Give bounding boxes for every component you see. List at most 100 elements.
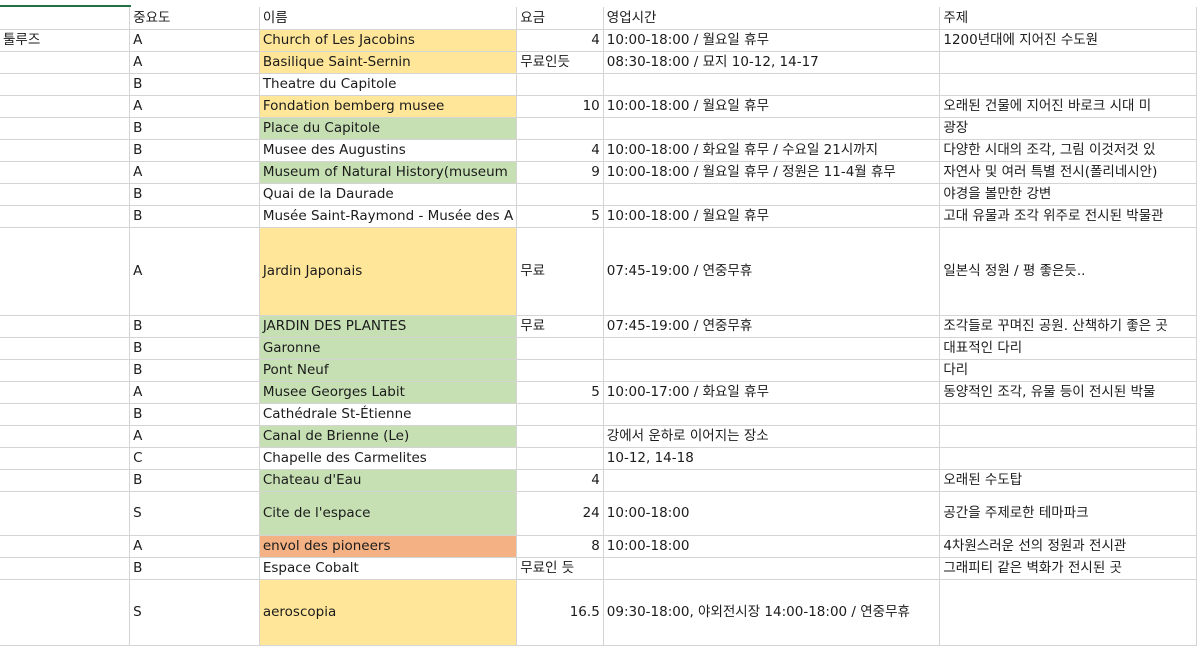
cell-name[interactable]: Museum of Natural History(museum — [259, 161, 518, 184]
cell-importance[interactable]: B — [129, 205, 260, 228]
cell-city[interactable] — [0, 139, 131, 162]
cell-topic[interactable]: 자연사 및 여러 특별 전시(폴리네시안) — [939, 161, 1197, 184]
cell-city[interactable] — [0, 315, 131, 338]
cell-hours[interactable]: 강에서 운하로 이어지는 장소 — [603, 425, 941, 448]
cell-city[interactable] — [0, 557, 131, 580]
cell-topic[interactable]: 오래된 건물에 지어진 바로크 시대 미 — [939, 95, 1197, 118]
cell-name[interactable]: Garonne — [259, 337, 518, 360]
cell-fee[interactable]: 9 — [516, 161, 604, 184]
cell-importance[interactable]: A — [129, 381, 260, 404]
cell-name[interactable]: Cite de l'espace — [259, 491, 518, 536]
cell-fee[interactable]: 무료 — [516, 315, 604, 338]
cell-fee[interactable]: 무료인 듯 — [516, 557, 604, 580]
cell-name[interactable]: Basilique Saint-Sernin — [259, 51, 518, 74]
cell-fee[interactable] — [516, 73, 604, 96]
cell-topic[interactable]: 4차원스러운 선의 정원과 전시관 — [939, 535, 1197, 558]
cell-topic[interactable]: 1200년대에 지어진 수도원 — [939, 29, 1197, 52]
cell-name[interactable]: Canal de Brienne (Le) — [259, 425, 518, 448]
cell-hours[interactable]: 10:00-18:00 — [603, 491, 941, 536]
cell-fee[interactable]: 무료 — [516, 227, 604, 316]
cell-topic[interactable] — [939, 425, 1197, 448]
cell-importance[interactable]: S — [129, 579, 260, 646]
cell-city[interactable] — [0, 425, 131, 448]
cell-importance[interactable]: A — [129, 227, 260, 316]
cell-city[interactable] — [0, 205, 131, 228]
cell-header-importance[interactable]: 중요도 — [129, 7, 260, 30]
cell-city[interactable] — [0, 337, 131, 360]
cell-topic[interactable] — [939, 73, 1197, 96]
cell-fee[interactable]: 5 — [516, 205, 604, 228]
cell-fee[interactable] — [516, 447, 604, 470]
cell-name[interactable]: Fondation bemberg musee — [259, 95, 518, 118]
cell-importance[interactable]: A — [129, 535, 260, 558]
cell-topic[interactable]: 야경을 볼만한 강변 — [939, 183, 1197, 206]
cell-header-a[interactable] — [0, 7, 131, 30]
cell-topic[interactable] — [939, 403, 1197, 426]
cell-importance[interactable]: A — [129, 51, 260, 74]
cell-fee[interactable] — [516, 183, 604, 206]
cell-city[interactable] — [0, 73, 131, 96]
cell-name[interactable]: envol des pioneers — [259, 535, 518, 558]
cell-importance[interactable]: S — [129, 491, 260, 536]
cell-name[interactable]: Theatre du Capitole — [259, 73, 518, 96]
cell-hours[interactable] — [603, 73, 941, 96]
cell-importance[interactable]: B — [129, 557, 260, 580]
cell-importance[interactable]: A — [129, 425, 260, 448]
cell-city[interactable] — [0, 469, 131, 492]
cell-hours[interactable]: 10:00-18:00 — [603, 535, 941, 558]
cell-city[interactable] — [0, 95, 131, 118]
cell-hours[interactable]: 10:00-18:00 / 월요일 휴무 — [603, 205, 941, 228]
cell-topic[interactable]: 그래피티 같은 벽화가 전시된 곳 — [939, 557, 1197, 580]
cell-importance[interactable]: B — [129, 337, 260, 360]
cell-city[interactable] — [0, 447, 131, 470]
cell-city[interactable] — [0, 579, 131, 646]
cell-topic[interactable]: 광장 — [939, 117, 1197, 140]
cell-fee[interactable]: 16.5 — [516, 579, 604, 646]
cell-importance[interactable]: B — [129, 139, 260, 162]
cell-topic[interactable] — [939, 51, 1197, 74]
cell-header-hours[interactable]: 영업시간 — [603, 7, 941, 30]
cell-importance[interactable]: B — [129, 403, 260, 426]
cell-fee[interactable] — [516, 117, 604, 140]
cell-hours[interactable] — [603, 557, 941, 580]
cell-name[interactable]: Chapelle des Carmelites — [259, 447, 518, 470]
cell-fee[interactable] — [516, 425, 604, 448]
cell-topic[interactable]: 오래된 수도탑 — [939, 469, 1197, 492]
cell-hours[interactable]: 10-12, 14-18 — [603, 447, 941, 470]
cell-hours[interactable]: 10:00-18:00 / 월요일 휴무 — [603, 95, 941, 118]
cell-hours[interactable]: 10:00-18:00 / 월요일 휴무 / 정원은 11-4월 휴무 — [603, 161, 941, 184]
cell-name[interactable]: Musée Saint-Raymond - Musée des A — [259, 205, 518, 228]
cell-topic[interactable] — [939, 579, 1197, 646]
cell-name[interactable]: Musee Georges Labit — [259, 381, 518, 404]
cell-hours[interactable]: 07:45-19:00 / 연중무휴 — [603, 227, 941, 316]
cell-topic[interactable]: 대표적인 다리 — [939, 337, 1197, 360]
cell-fee[interactable] — [516, 337, 604, 360]
cell-hours[interactable] — [603, 337, 941, 360]
cell-importance[interactable]: C — [129, 447, 260, 470]
cell-fee[interactable]: 10 — [516, 95, 604, 118]
cell-city[interactable] — [0, 381, 131, 404]
cell-header-fee[interactable]: 요금 — [516, 7, 604, 30]
cell-name[interactable]: Quai de la Daurade — [259, 183, 518, 206]
cell-hours[interactable]: 09:30-18:00, 야외전시장 14:00-18:00 / 연중무휴 — [603, 579, 941, 646]
cell-city[interactable] — [0, 161, 131, 184]
cell-hours[interactable]: 10:00-17:00 / 화요일 휴무 — [603, 381, 941, 404]
cell-topic[interactable]: 고대 유물과 조각 위주로 전시된 박물관 — [939, 205, 1197, 228]
cell-fee[interactable]: 5 — [516, 381, 604, 404]
cell-hours[interactable] — [603, 403, 941, 426]
cell-topic[interactable]: 다양한 시대의 조각, 그림 이것저것 있 — [939, 139, 1197, 162]
cell-name[interactable]: aeroscopia — [259, 579, 518, 646]
cell-name[interactable]: Pont Neuf — [259, 359, 518, 382]
cell-city[interactable] — [0, 491, 131, 536]
cell-topic[interactable]: 공간을 주제로한 테마파크 — [939, 491, 1197, 536]
cell-name[interactable]: JARDIN DES PLANTES — [259, 315, 518, 338]
cell-importance[interactable]: A — [129, 29, 260, 52]
cell-hours[interactable] — [603, 359, 941, 382]
cell-topic[interactable]: 일본식 정원 / 평 좋은듯.. — [939, 227, 1197, 316]
cell-fee[interactable]: 8 — [516, 535, 604, 558]
cell-name[interactable]: Place du Capitole — [259, 117, 518, 140]
cell-topic[interactable]: 조각들로 꾸며진 공원. 산책하기 좋은 곳 — [939, 315, 1197, 338]
cell-name[interactable]: Jardin Japonais — [259, 227, 518, 316]
cell-hours[interactable] — [603, 117, 941, 140]
cell-header-topic[interactable]: 주제 — [939, 7, 1197, 30]
